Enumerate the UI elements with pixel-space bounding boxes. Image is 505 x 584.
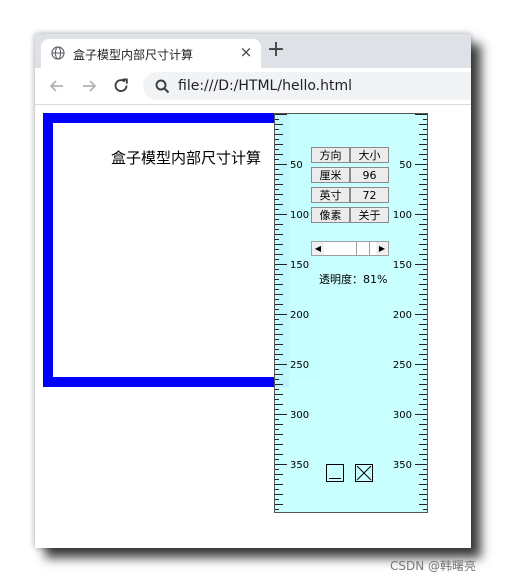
- new-tab-button[interactable]: +: [265, 39, 287, 62]
- ruler-tick-label: 150: [290, 260, 309, 271]
- screen-ruler[interactable]: 50 50 100 100 150 150 200 200 250 250 300 300 350 350…: [274, 113, 428, 513]
- url-text: file:///D:/HTML/hello.html: [178, 78, 353, 94]
- size-button[interactable]: 大小: [350, 147, 389, 163]
- tab-close-icon[interactable]: ×: [238, 44, 254, 60]
- reload-icon[interactable]: [111, 76, 131, 96]
- address-bar[interactable]: file:///D:/HTML/hello.html: [143, 72, 471, 100]
- ruler-tick-label: 200: [393, 310, 412, 321]
- browser-window: 盒子模型内部尺寸计算 × + file:///D:/HTML/hello.htm…: [35, 34, 471, 548]
- browser-tab[interactable]: 盒子模型内部尺寸计算 ×: [41, 39, 261, 68]
- ruler-tick-label: 350: [290, 460, 309, 471]
- minimize-icon[interactable]: [326, 464, 344, 482]
- cm-value: 96: [350, 167, 389, 183]
- toolbar: file:///D:/HTML/hello.html: [35, 68, 471, 105]
- inch-value: 72: [350, 187, 389, 203]
- about-button[interactable]: 关于: [350, 207, 389, 223]
- slider-right-arrow-icon[interactable]: ▶: [376, 242, 388, 255]
- globe-icon: [51, 46, 65, 60]
- ruler-tick-label: 50: [290, 160, 303, 171]
- inch-button[interactable]: 英寸: [311, 187, 350, 203]
- ruler-tick-label: 300: [290, 410, 309, 421]
- forward-icon[interactable]: [79, 76, 99, 96]
- close-icon[interactable]: [355, 464, 373, 482]
- slider-thumb[interactable]: [356, 242, 370, 255]
- back-icon[interactable]: [47, 76, 67, 96]
- tab-title: 盒子模型内部尺寸计算: [73, 48, 194, 62]
- blue-box: 盒子模型内部尺寸计算: [43, 113, 289, 387]
- ruler-tick-label: 100: [290, 210, 309, 221]
- opacity-slider[interactable]: ◀ ▶: [311, 241, 389, 256]
- ruler-tick-label: 150: [393, 260, 412, 271]
- ruler-tick-label: 200: [290, 310, 309, 321]
- ruler-tick-label: 250: [393, 360, 412, 371]
- page-content: 盒子模型内部尺寸计算 50 50 100 100 150 150 200 200 250 250 3…: [35, 105, 471, 548]
- ruler-tick-label: 250: [290, 360, 309, 371]
- slider-left-arrow-icon[interactable]: ◀: [312, 242, 324, 255]
- ruler-tick-label: 100: [393, 210, 412, 221]
- search-icon: [155, 79, 170, 94]
- box-text: 盒子模型内部尺寸计算: [111, 149, 262, 167]
- ruler-tick-label: 350: [393, 460, 412, 471]
- tab-bar: 盒子模型内部尺寸计算 × +: [35, 34, 471, 68]
- watermark: CSDN @韩曙亮: [390, 559, 477, 573]
- pixel-button[interactable]: 像素: [311, 207, 350, 223]
- ruler-tick-label: 50: [399, 160, 412, 171]
- direction-button[interactable]: 方向: [311, 147, 350, 163]
- ruler-tick-label: 300: [393, 410, 412, 421]
- opacity-label: 透明度：81%: [319, 273, 388, 286]
- cm-button[interactable]: 厘米: [311, 167, 350, 183]
